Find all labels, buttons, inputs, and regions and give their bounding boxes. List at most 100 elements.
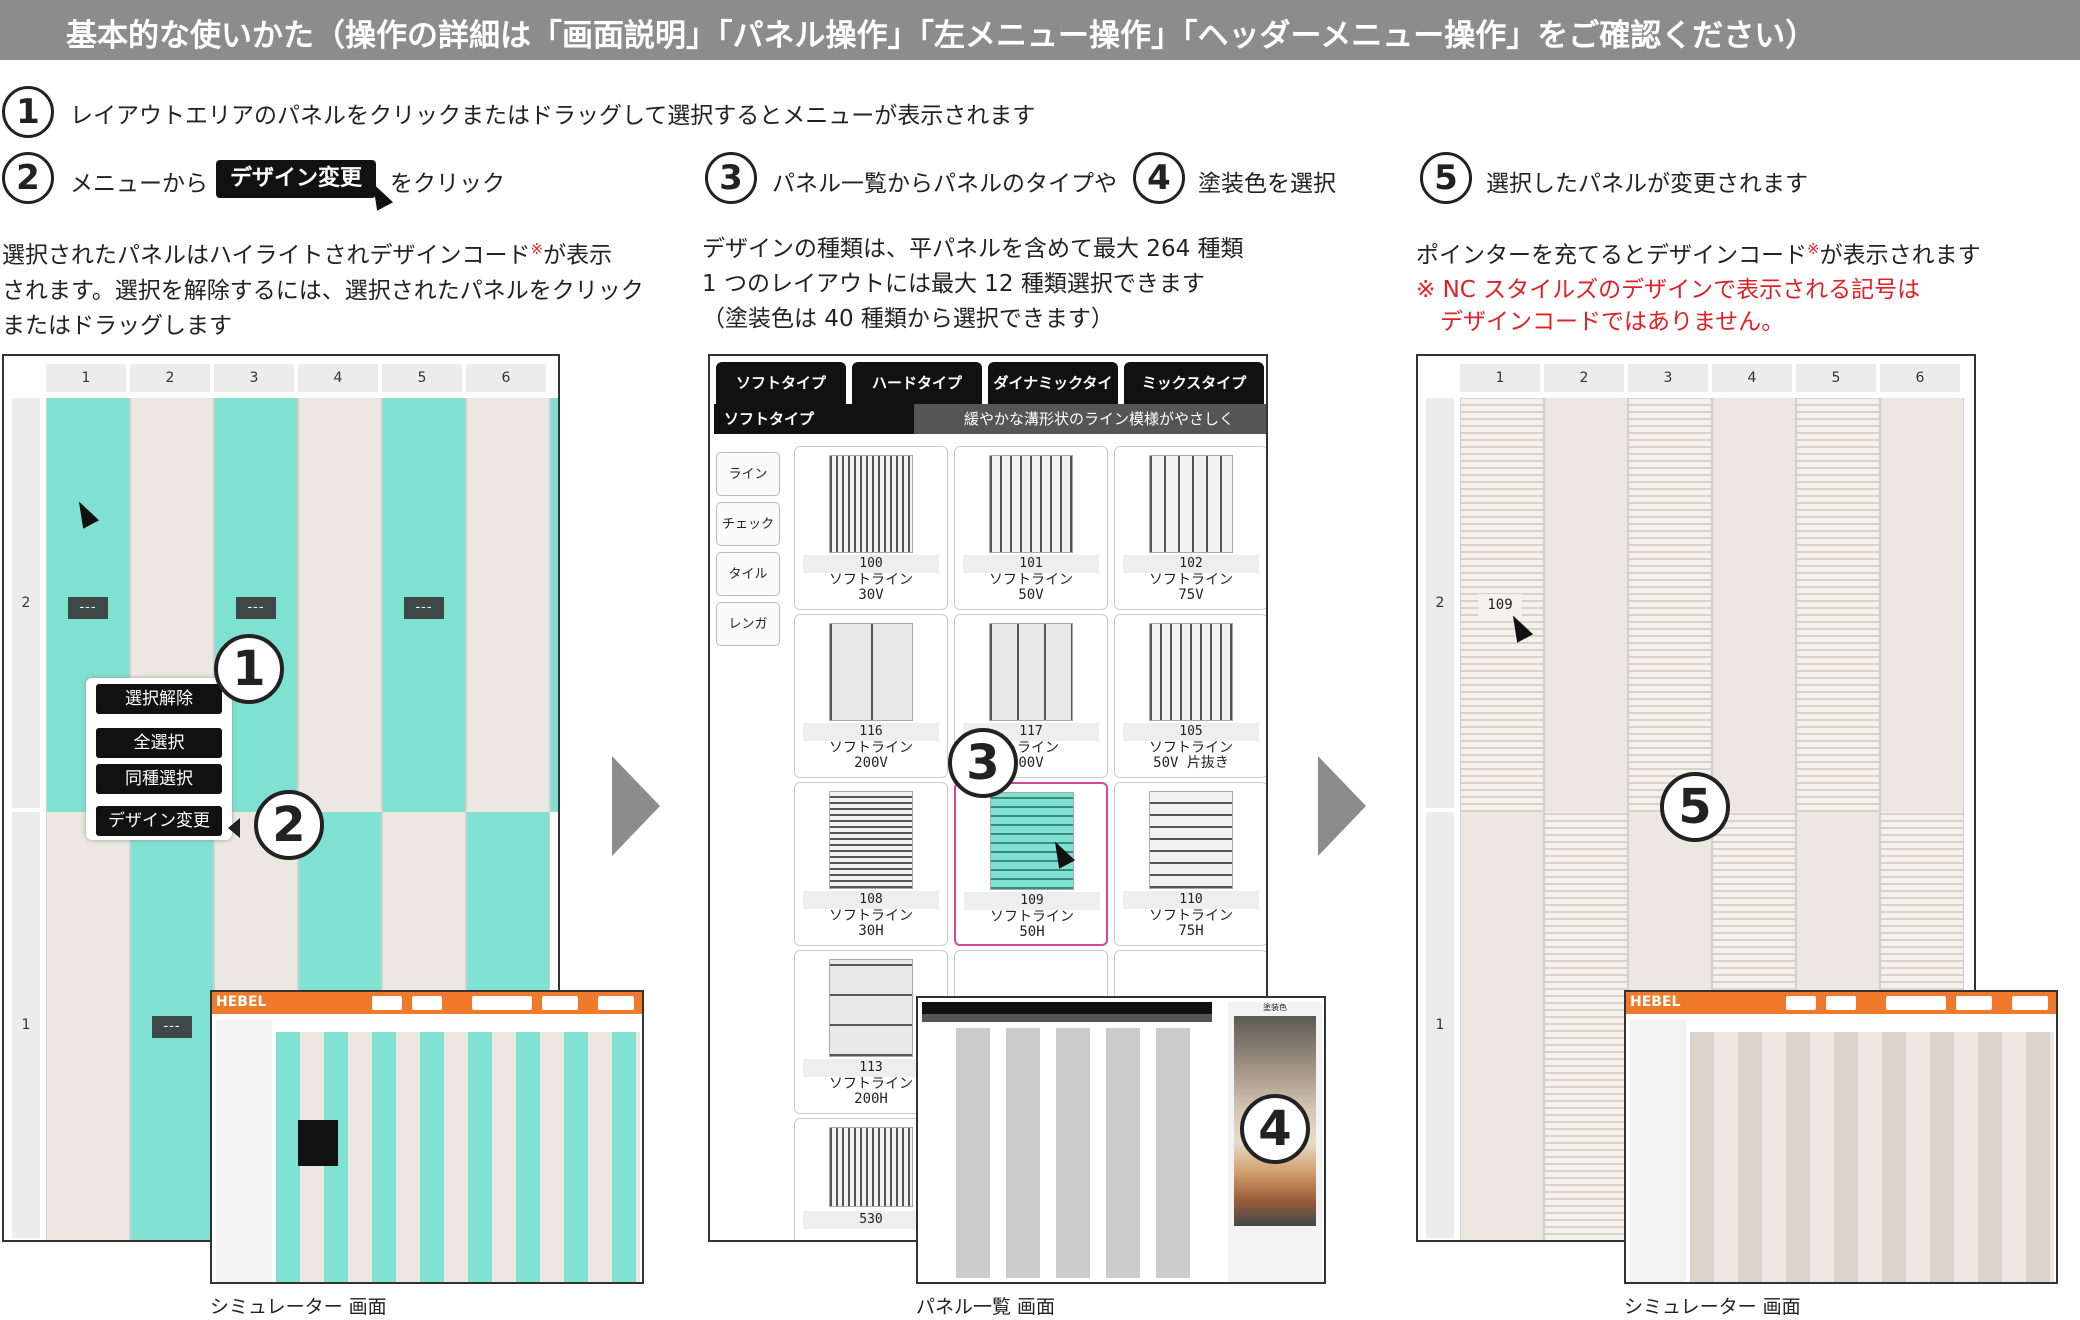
col-header: 1 bbox=[46, 364, 126, 392]
mini-button bbox=[1826, 996, 1856, 1010]
caption-middle: パネル一覧 画面 bbox=[916, 1296, 1056, 1318]
panel-swatch bbox=[989, 455, 1073, 553]
marker-2: 2 bbox=[254, 790, 324, 860]
design-change-button[interactable]: デザイン変更 bbox=[96, 806, 222, 836]
type-subbar: ソフトタイプ 緩やかな溝形状のライン模様がやさしく bbox=[714, 404, 1266, 434]
category-line-button[interactable]: ライン bbox=[716, 452, 780, 496]
panel-changed[interactable] bbox=[1796, 398, 1880, 812]
panel[interactable] bbox=[1544, 398, 1628, 812]
mini-context-menu bbox=[298, 1120, 338, 1166]
tab-dynamic[interactable]: ダイナミックタイプ bbox=[988, 362, 1118, 434]
panel-changed[interactable] bbox=[1628, 398, 1712, 812]
marker-5: 5 bbox=[1660, 772, 1730, 842]
col3-description: ポインターを充てるとデザインコード※が表示されます ※ NC スタイルズのデザイ… bbox=[1416, 240, 1981, 335]
row-header: 2 bbox=[1426, 398, 1454, 808]
tab-hard[interactable]: ハードタイプ bbox=[852, 362, 982, 404]
tab-mix[interactable]: ミックスタイプ bbox=[1124, 362, 1264, 404]
panel-selected[interactable] bbox=[550, 398, 558, 812]
panel[interactable] bbox=[1460, 812, 1544, 1240]
panel-swatch bbox=[1149, 623, 1233, 721]
panel-name: ソフトライン 75V bbox=[1149, 572, 1233, 603]
col-header: 5 bbox=[1796, 364, 1876, 392]
marker-3: 3 bbox=[948, 728, 1018, 798]
panel-swatch bbox=[829, 455, 913, 553]
col-header: 6 bbox=[466, 364, 546, 392]
select-all-button[interactable]: 全選択 bbox=[96, 728, 222, 758]
arrow-right-icon bbox=[1318, 756, 1366, 856]
tab-soft[interactable]: ソフトタイプ bbox=[716, 362, 846, 404]
mini-subbar bbox=[922, 1014, 1212, 1022]
panel-name: ソフトライン 75H bbox=[1149, 908, 1233, 939]
panel[interactable] bbox=[466, 398, 550, 812]
hebel-logo: HEBEL bbox=[1630, 994, 1681, 1010]
col-header: 4 bbox=[1712, 364, 1792, 392]
col-header: 1 bbox=[1460, 364, 1540, 392]
col-header: 4 bbox=[298, 364, 378, 392]
panel-card[interactable]: 108 ソフトライン 30H bbox=[794, 782, 948, 946]
simulator-thumbnail-after: HEBEL bbox=[1624, 990, 2058, 1284]
col-header: 3 bbox=[214, 364, 294, 392]
design-code-badge: --- bbox=[152, 1016, 192, 1038]
caption-left: シミュレーター 画面 bbox=[210, 1296, 387, 1318]
panel[interactable] bbox=[298, 398, 382, 812]
category-brick-button[interactable]: レンガ bbox=[716, 602, 780, 646]
hebel-logo: HEBEL bbox=[216, 994, 267, 1010]
page-header: 基本的な使いかた（操作の詳細は「画面説明」「パネル操作」「左メニュー操作」「ヘッ… bbox=[0, 0, 2080, 60]
panel-card-selected[interactable]: 109 ソフトライン 50H bbox=[954, 782, 1108, 946]
panel-card[interactable]: 101 ソフトライン 50V bbox=[954, 446, 1108, 610]
step-4-text: 塗装色を選択 bbox=[1198, 171, 1336, 197]
step-5-number: 5 bbox=[1420, 152, 1472, 204]
col-header: 3 bbox=[1628, 364, 1708, 392]
mini-card-grid bbox=[956, 1028, 1206, 1278]
mini-button bbox=[372, 996, 402, 1010]
panel-changed[interactable] bbox=[1544, 812, 1628, 1240]
mini-layout-area bbox=[1690, 1032, 2054, 1282]
simulator-thumbnail: HEBEL bbox=[210, 990, 644, 1284]
panel-card[interactable]: 102 ソフトライン 75V bbox=[1114, 446, 1266, 610]
arrow-right-icon bbox=[612, 756, 660, 856]
panel-card[interactable]: 110 ソフトライン 75H bbox=[1114, 782, 1266, 946]
col2-description: デザインの種類は、平パネルを含めて最大 264 種類 1 つのレイアウトには最大… bbox=[702, 236, 1244, 332]
panel[interactable] bbox=[1880, 398, 1964, 812]
panel-name: ソフトライン 50H bbox=[990, 909, 1074, 940]
col-header: 2 bbox=[130, 364, 210, 392]
panel[interactable] bbox=[46, 812, 130, 1240]
step-1-number: 1 bbox=[2, 86, 54, 138]
panel-swatch bbox=[829, 959, 913, 1057]
mini-button bbox=[1886, 996, 1946, 1010]
panel-card[interactable]: 105 ソフトライン 50V 片抜き bbox=[1114, 614, 1266, 778]
panel-card[interactable]: 100 ソフトライン 30V bbox=[794, 446, 948, 610]
mini-sidebar bbox=[1630, 1020, 1686, 1282]
panel-code: 116 bbox=[803, 723, 939, 741]
panel[interactable] bbox=[1712, 398, 1796, 812]
mini-button bbox=[598, 996, 634, 1010]
caption-right: シミュレーター 画面 bbox=[1624, 1296, 1801, 1318]
row-header: 1 bbox=[1426, 812, 1454, 1238]
panel-swatch bbox=[829, 1127, 913, 1207]
current-type-label: ソフトタイプ bbox=[714, 404, 914, 434]
mini-button bbox=[472, 996, 532, 1010]
context-menu: 選択解除 全選択 同種選択 デザイン変更 bbox=[86, 678, 232, 840]
color-palette-title: 塗装色 bbox=[1263, 1003, 1287, 1012]
select-same-button[interactable]: 同種選択 bbox=[96, 764, 222, 794]
panel-card[interactable]: 116 ソフトライン 200V bbox=[794, 614, 948, 778]
panel-name: ソフトライン 50V bbox=[989, 572, 1073, 603]
mini-button bbox=[1786, 996, 1816, 1010]
col-header: 6 bbox=[1880, 364, 1960, 392]
panel-code: 101 bbox=[963, 555, 1099, 573]
deselect-button[interactable]: 選択解除 bbox=[96, 684, 222, 714]
category-check-button[interactable]: チェック bbox=[716, 502, 780, 546]
step-5-text: 選択したパネルが変更されます bbox=[1486, 171, 1808, 197]
app-header-bar: HEBEL bbox=[212, 992, 642, 1014]
mini-button bbox=[1956, 996, 1992, 1010]
category-tile-button[interactable]: タイル bbox=[716, 552, 780, 596]
panel-swatch bbox=[989, 623, 1073, 721]
step-2-post: をクリック bbox=[390, 171, 505, 197]
panel-swatch bbox=[1149, 791, 1233, 889]
panel-code: 109 bbox=[964, 892, 1100, 910]
row-header: 2 bbox=[12, 398, 40, 808]
mini-button bbox=[542, 996, 578, 1010]
step-3-number: 3 bbox=[705, 152, 757, 204]
panel-code: 110 bbox=[1123, 891, 1259, 909]
design-code-badge: --- bbox=[236, 597, 276, 619]
